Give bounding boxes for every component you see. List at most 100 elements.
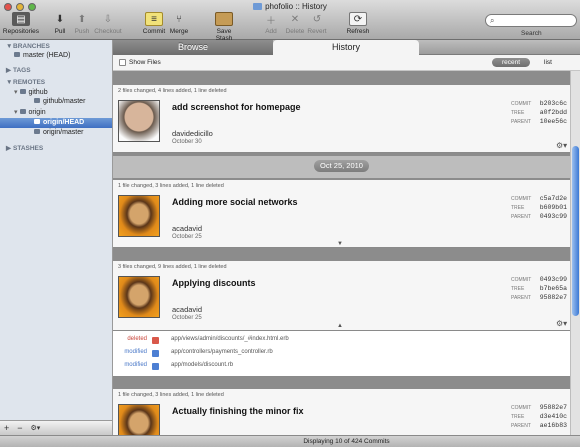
delete-button[interactable]: ✕ Delete [283, 12, 307, 36]
disclosure-open-icon: ▼ [6, 43, 13, 50]
avatar [118, 195, 160, 237]
tree-hash[interactable]: d3e410c [537, 413, 567, 420]
repositories-icon: ▤ [12, 12, 30, 26]
commit-date: October 30 [172, 139, 202, 145]
checkout-icon: ⇩ [103, 13, 113, 25]
sidebar-item-github[interactable]: ▾ github [14, 88, 48, 96]
sidebar-gear-menu[interactable]: ⚙▾ [31, 424, 41, 432]
commit-card[interactable]: 1 file changed, 3 lines added, 1 line de… [113, 180, 570, 248]
merge-button[interactable]: ⑂ Merge [168, 12, 190, 36]
commit-date: October 25 [172, 234, 202, 240]
save-stash-button[interactable]: Save Stash [208, 12, 240, 42]
collapse-files-icon[interactable]: ▲ [337, 323, 343, 329]
show-files-checkbox[interactable] [119, 59, 126, 66]
delete-icon: ✕ [290, 13, 300, 25]
commit-stats: 2 files changed, 4 lines added, 1 line d… [118, 88, 227, 94]
file-status: modified [124, 362, 147, 368]
gear-icon[interactable]: ⚙▾ [556, 141, 567, 150]
search-icon: ⌕ [490, 16, 495, 25]
parent-hash[interactable]: ae16b83 [537, 422, 567, 429]
add-remote-button[interactable]: + [4, 423, 9, 433]
checkout-button[interactable]: ⇩ Checkout [93, 12, 123, 36]
disclosure-closed-icon: ▶ [6, 145, 11, 152]
commit-hash[interactable]: c5a7d2e [537, 195, 567, 202]
tree-label: TREE [511, 414, 525, 420]
view-tabs: Browse History [113, 40, 580, 55]
file-path: app/controllers/payments_controller.rb [171, 349, 273, 355]
parent-hash[interactable]: 0493c99 [537, 213, 567, 220]
tree-hash[interactable]: b7be65a [537, 285, 567, 292]
scrollbar-thumb[interactable] [572, 146, 579, 316]
list-view-button[interactable]: list [544, 59, 552, 66]
commit-card[interactable]: 3 files changed, 9 lines added, 1 line d… [113, 261, 570, 331]
commit-label: COMMIT [511, 277, 532, 283]
parent-label: PARENT [511, 214, 531, 220]
parent-hash[interactable]: 95882e7 [537, 294, 567, 301]
recent-view-button[interactable]: recent [492, 58, 530, 67]
file-row[interactable]: modified app/models/discount.rb [113, 362, 570, 374]
sidebar-item-origin-head[interactable]: origin/HEAD [34, 119, 84, 126]
sidebar-section-branches[interactable]: ▼BRANCHES [6, 43, 50, 50]
sidebar-section-tags[interactable]: ▶ TAGS [6, 66, 31, 74]
commit-button[interactable]: ≡ Commit [142, 12, 166, 35]
sidebar-section-stashes[interactable]: ▶ STASHES [6, 144, 43, 152]
modified-file-icon [152, 363, 159, 370]
changed-files-list: deleted app/views/admin/discounts/_#inde… [113, 331, 570, 377]
expand-files-icon[interactable]: ▼ [337, 241, 343, 247]
repositories-button[interactable]: ▤ Repositories [2, 12, 40, 35]
revert-button[interactable]: ↺ Revert [307, 12, 327, 36]
commit-hash[interactable]: 0493c99 [537, 276, 567, 283]
file-status: modified [124, 349, 147, 355]
tab-browse[interactable]: Browse [113, 40, 273, 55]
window-title: phofolio :: History [0, 2, 580, 11]
parent-hash[interactable]: 10ee56c [537, 118, 567, 125]
commit-message: Actually finishing the minor fix [172, 406, 304, 416]
tab-history[interactable]: History [273, 40, 419, 55]
parent-label: PARENT [511, 119, 531, 125]
date-separator-pill: Oct 25, 2010 [314, 160, 369, 172]
sidebar: ▼BRANCHES master (HEAD) ▶ TAGS ▼REMOTES ▾… [0, 40, 113, 435]
sidebar-section-remotes[interactable]: ▼REMOTES [6, 79, 45, 86]
commit-label: COMMIT [511, 196, 532, 202]
history-list: 2 files changed, 4 lines added, 1 line d… [113, 71, 580, 435]
remove-remote-button[interactable]: − [17, 423, 22, 433]
disclosure-open-icon: ▾ [14, 109, 18, 116]
folder-icon [253, 3, 263, 10]
parent-label: PARENT [511, 423, 531, 429]
modified-file-icon [152, 350, 159, 357]
tree-label: TREE [511, 110, 525, 116]
status-bar: Displaying 10 of 424 Commits [113, 435, 580, 447]
push-button[interactable]: ⬆ Push [71, 12, 93, 36]
sidebar-toolbar: + − ⚙▾ [0, 420, 113, 435]
search-input[interactable]: ⌕ [485, 14, 577, 27]
refresh-icon: ⟳ [349, 12, 367, 26]
avatar [118, 100, 160, 142]
sidebar-item-origin[interactable]: ▾ origin [14, 108, 46, 116]
tree-hash[interactable]: a0f2bdd [537, 109, 567, 116]
commit-label: COMMIT [511, 101, 532, 107]
branch-icon [34, 119, 40, 124]
commit-card[interactable]: 2 files changed, 4 lines added, 1 line d… [113, 85, 570, 153]
sidebar-item-origin-master[interactable]: origin/master [34, 129, 83, 136]
pull-button[interactable]: ⬇ Pull [49, 12, 71, 36]
sidebar-item-github-master[interactable]: github/master [34, 98, 85, 105]
stash-icon [215, 12, 233, 26]
avatar [118, 276, 160, 318]
gear-icon[interactable]: ⚙▾ [556, 319, 567, 328]
branch-icon [34, 98, 40, 103]
file-row[interactable]: deleted app/views/admin/discounts/_#inde… [113, 336, 570, 348]
tree-label: TREE [511, 286, 525, 292]
commit-hash[interactable]: b203c6c [537, 100, 567, 107]
commit-label: COMMIT [511, 405, 532, 411]
parent-label: PARENT [511, 295, 531, 301]
tree-hash[interactable]: b609b01 [537, 204, 567, 211]
commit-card[interactable]: 1 file changed, 3 lines added, 1 line de… [113, 389, 570, 435]
commit-hash[interactable]: 95882e7 [537, 404, 567, 411]
sidebar-item-master[interactable]: master (HEAD) [14, 52, 70, 59]
branch-icon [34, 129, 40, 134]
add-button[interactable]: ＋ Add [262, 12, 280, 36]
tree-label: TREE [511, 205, 525, 211]
refresh-button[interactable]: ⟳ Refresh [345, 12, 371, 35]
file-row[interactable]: modified app/controllers/payments_contro… [113, 349, 570, 361]
date-separator: Oct 25, 2010 [113, 156, 570, 178]
